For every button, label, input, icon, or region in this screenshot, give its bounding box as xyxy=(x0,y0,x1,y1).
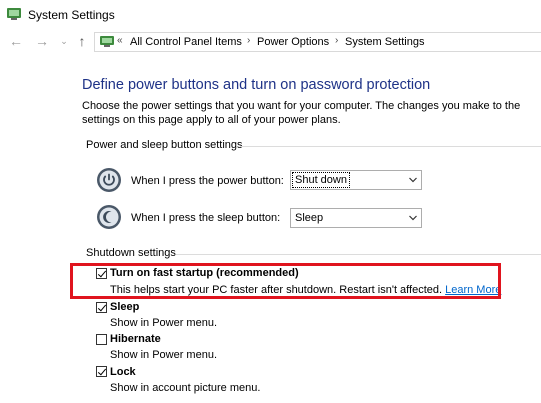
section-divider xyxy=(240,146,541,147)
hibernate-checkbox[interactable] xyxy=(96,334,107,345)
chevron-down-icon[interactable]: ⌄ xyxy=(56,33,72,49)
page-title: Define power buttons and turn on passwor… xyxy=(82,77,431,93)
breadcrumb-all-control-panel-items[interactable]: All Control Panel Items xyxy=(130,36,242,48)
arrow-right-icon[interactable]: → xyxy=(34,33,50,49)
sleep-description: Show in Power menu. xyxy=(110,317,217,329)
chevron-down-icon xyxy=(409,177,417,183)
page-description: Choose the power settings that you want … xyxy=(82,100,521,126)
power-button-icon xyxy=(97,168,121,192)
sleep-button-select[interactable]: Sleep xyxy=(290,208,422,228)
sleep-button-label: When I press the sleep button: xyxy=(131,212,281,224)
arrow-up-icon[interactable]: ↑ xyxy=(74,33,90,49)
power-button-select[interactable]: Shut down xyxy=(290,170,422,190)
breadcrumb-system-settings[interactable]: System Settings xyxy=(345,36,424,48)
lock-description: Show in account picture menu. xyxy=(110,382,261,394)
navigation-bar: ← → ⌄ ↑ « All Control Panel Items › Powe… xyxy=(0,30,541,54)
power-button-value: Shut down xyxy=(292,172,350,188)
lock-title[interactable]: Lock xyxy=(110,366,136,378)
hibernate-description: Show in Power menu. xyxy=(110,349,217,361)
chevron-down-icon xyxy=(409,215,417,221)
breadcrumb-separator[interactable]: › xyxy=(247,35,250,46)
window-title: System Settings xyxy=(28,8,115,22)
arrow-left-icon[interactable]: ← xyxy=(8,33,24,49)
sleep-button-value: Sleep xyxy=(295,212,324,224)
breadcrumb-power-options[interactable]: Power Options xyxy=(257,36,329,48)
control-panel-icon xyxy=(7,8,21,20)
section-divider xyxy=(176,254,541,255)
breadcrumb-overflow[interactable]: « xyxy=(117,35,123,46)
breadcrumb-separator[interactable]: › xyxy=(335,35,338,46)
lock-checkbox[interactable] xyxy=(96,366,107,377)
hibernate-title[interactable]: Hibernate xyxy=(110,333,161,345)
highlight-box xyxy=(70,263,501,299)
address-bar[interactable]: « All Control Panel Items › Power Option… xyxy=(94,32,541,52)
section-label-power-sleep: Power and sleep button settings xyxy=(86,139,243,151)
control-panel-icon xyxy=(100,36,114,47)
sleep-checkbox[interactable] xyxy=(96,302,107,313)
section-label-shutdown: Shutdown settings xyxy=(86,247,176,259)
power-button-label: When I press the power button: xyxy=(131,175,284,187)
title-bar: System Settings xyxy=(0,0,541,30)
sleep-title[interactable]: Sleep xyxy=(110,301,139,313)
sleep-button-icon xyxy=(97,205,121,229)
